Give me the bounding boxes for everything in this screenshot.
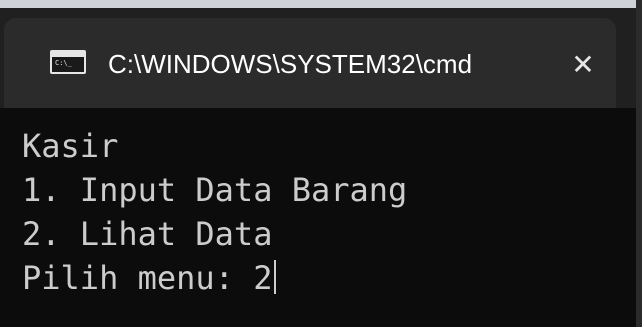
console-line: Kasir — [22, 127, 119, 165]
window-frame-top — [0, 0, 642, 8]
tab-cmd[interactable]: C:\_ C:\WINDOWS\SYSTEM32\cmd ✕ — [4, 18, 616, 108]
terminal-icon: C:\_ — [50, 50, 86, 74]
console-window: C:\_ C:\WINDOWS\SYSTEM32\cmd ✕ Kasir 1. … — [0, 0, 642, 327]
window-frame-right — [636, 0, 642, 327]
console-line: 1. Input Data Barang — [22, 171, 408, 209]
text-cursor — [274, 260, 277, 294]
close-icon[interactable]: ✕ — [566, 48, 600, 82]
tab-bar: C:\_ C:\WINDOWS\SYSTEM32\cmd ✕ — [0, 8, 636, 108]
console-prompt-line: Pilih menu: 2 — [22, 256, 636, 300]
console-line: 2. Lihat Data — [22, 215, 273, 253]
prompt-text: Pilih menu: — [22, 259, 254, 297]
tab-title: C:\WINDOWS\SYSTEM32\cmd — [108, 49, 473, 79]
console-output[interactable]: Kasir 1. Input Data Barang 2. Lihat Data… — [0, 108, 636, 327]
input-value[interactable]: 2 — [253, 259, 272, 297]
